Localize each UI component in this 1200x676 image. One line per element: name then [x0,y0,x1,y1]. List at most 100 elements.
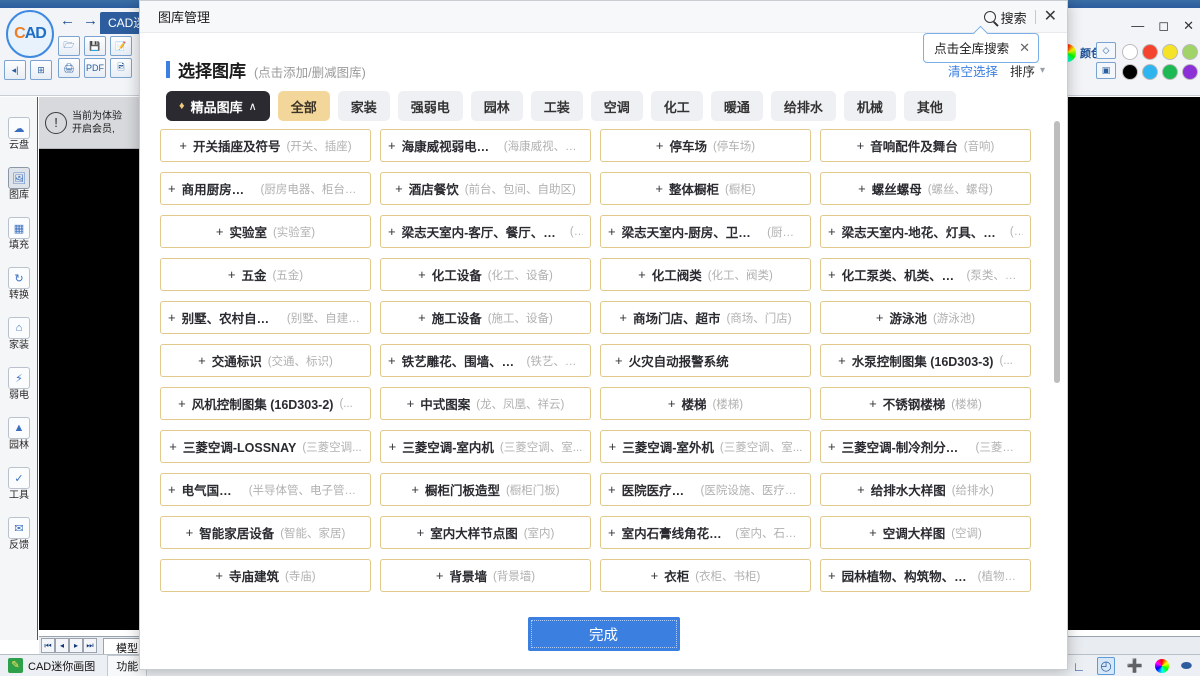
print-setup-icon[interactable]: ▣ [1096,62,1116,79]
export-image-icon[interactable]: 🖻 [110,58,132,78]
library-item[interactable]: + 别墅、农村自建房 (别墅、自建房) [160,301,371,334]
library-item[interactable]: + 空调大样图 (空调) [820,516,1031,549]
library-item[interactable]: + 化工阀类 (化工、阀类) [600,258,811,291]
library-item[interactable]: + 三菱空调-室内机 (三菱空调、室... [380,430,591,463]
category-tab[interactable]: 强弱电 [397,91,463,121]
category-tab[interactable]: 暖通 [710,91,763,121]
category-tab[interactable]: 其他 [903,91,956,121]
library-item[interactable]: + 梁志天室内-地花、灯具、装饰 (... [820,215,1031,248]
library-item[interactable]: + 橱柜门板造型 (橱柜门板) [380,473,591,506]
library-item[interactable]: + 螺丝螺母 (螺丝、螺母) [820,172,1031,205]
library-item[interactable]: + 智能家居设备 (智能、家居) [160,516,371,549]
sidebar-item-tools[interactable]: ✓ 工具 [0,459,38,509]
sort-dropdown[interactable]: 排序 ▾ [1010,61,1045,80]
library-item[interactable]: + 五金 (五金) [160,258,371,291]
undo-icon[interactable]: ← [60,12,75,29]
next-sheet-icon[interactable]: ▸ [69,638,83,653]
prev-sheet-icon[interactable]: ◂ [55,638,69,653]
sidebar-item-convert[interactable]: ↻ 转换 [0,259,38,309]
app-logo[interactable]: CAD [6,10,54,58]
category-tab[interactable]: 给排水 [770,91,836,121]
sidebar-item-library[interactable]: 🖼 图库 [0,159,38,209]
snap-icon[interactable]: ◴ [1097,657,1115,675]
color-swatch[interactable] [1142,64,1158,80]
library-item[interactable]: + 梁志天室内-客厅、餐厅、卧室 (... [380,215,591,248]
library-item[interactable]: + 商用厨房设备 (厨房电器、柜台、... [160,172,371,205]
library-item[interactable]: + 交通标识 (交通、标识) [160,344,371,377]
library-item[interactable]: + 实验室 (实验室) [160,215,371,248]
crosshair-icon[interactable]: ➕ [1127,658,1143,674]
close-icon[interactable]: ✕ [1019,40,1030,56]
category-tab[interactable]: 园林 [470,91,523,121]
color-swatch[interactable] [1122,64,1138,80]
category-tab[interactable]: 机械 [843,91,896,121]
library-item[interactable]: + 电气国标库 (半导体管、电子管、... [160,473,371,506]
sidebar-item-feedback[interactable]: ✉ 反馈 [0,509,38,559]
category-tab[interactable]: 空调 [590,91,643,121]
color-swatch[interactable] [1122,44,1138,60]
library-item[interactable]: + 游泳池 (游泳池) [820,301,1031,334]
library-item[interactable]: + 商场门店、超市 (商场、门店) [600,301,811,334]
scrollbar[interactable] [1053,121,1061,601]
category-tab[interactable]: 化工 [650,91,703,121]
lineweight-icon[interactable]: ⬬ [1181,658,1192,674]
close-icon[interactable]: ✕ [1044,9,1057,25]
library-item[interactable]: + 化工设备 (化工、设备) [380,258,591,291]
sidebar-item-hatch[interactable]: ▦ 填充 [0,209,38,259]
finish-button[interactable]: 完成 [527,617,680,651]
library-list-scroll-area[interactable]: + 开关插座及符号 (开关、插座) + 海康威视弱电图例 (海康威视、弱... + 停车场 (停… [160,129,1059,599]
library-item[interactable]: + 衣柜 (衣柜、书柜) [600,559,811,592]
library-item[interactable]: + 中式图案 (龙、凤凰、祥云) [380,387,591,420]
library-item[interactable]: + 楼梯 (楼梯) [600,387,811,420]
last-sheet-icon[interactable]: ⏭ [83,638,97,653]
add-drawing-icon[interactable]: ⊞ [30,60,52,80]
clear-selection-link[interactable]: 清空选择 [948,61,998,80]
ortho-icon[interactable]: ∟ [1073,659,1086,674]
search-button[interactable]: 搜索 [983,8,1027,27]
sidebar-item-home-decor[interactable]: ⌂ 家装 [0,309,38,359]
color-swatch[interactable] [1182,64,1198,80]
layers-icon[interactable]: ◇ [1096,42,1116,59]
sidebar-item-garden[interactable]: ▲ 园林 [0,409,38,459]
category-tab[interactable]: 全部 [277,91,330,121]
print-icon[interactable]: 🖨 [58,58,80,78]
library-item[interactable]: + 整体橱柜 (橱柜) [600,172,811,205]
library-item[interactable]: + 三菱空调-室外机 (三菱空调、室... [600,430,811,463]
save-as-icon[interactable]: 📝 [110,36,132,56]
library-item[interactable]: + 不锈钢楼梯 (楼梯) [820,387,1031,420]
maximize-icon[interactable]: ◻ [1158,18,1169,34]
library-item[interactable]: + 施工设备 (施工、设备) [380,301,591,334]
color-swatch[interactable] [1162,64,1178,80]
minimize-icon[interactable]: — [1131,18,1144,34]
library-item[interactable]: + 海康威视弱电图例 (海康威视、弱... [380,129,591,162]
library-item[interactable]: + 给排水大样图 (给排水) [820,473,1031,506]
library-item[interactable]: + 寺庙建筑 (寺庙) [160,559,371,592]
close-icon[interactable]: ✕ [1183,18,1194,34]
library-item[interactable]: + 梁志天室内-厨房、卫生间 (厨房... [600,215,811,248]
library-item[interactable]: + 医院医疗设施 (医院设施、医疗设... [600,473,811,506]
library-item[interactable]: + 酒店餐饮 (前台、包间、自助区) [380,172,591,205]
category-tab[interactable]: 工装 [530,91,583,121]
library-item[interactable]: + 室内大样节点图 (室内) [380,516,591,549]
library-item[interactable]: + 铁艺雕花、围墙、护栏 (铁艺、雕... [380,344,591,377]
tab-premium-library[interactable]: ♦ 精品图库 ∧ [166,91,270,121]
save-icon[interactable]: 💾 [84,36,106,56]
sidebar-item-electric[interactable]: ⚡ 弱电 [0,359,38,409]
library-item[interactable]: + 三菱空调-制冷剂分配器 (三菱空... [820,430,1031,463]
redo-icon[interactable]: → [83,12,98,29]
color-swatch[interactable] [1142,44,1158,60]
taskbar-app-entry[interactable]: ✎ CAD迷你画图 [0,658,103,674]
library-item[interactable]: + 水泵控制图集 (16D303-3) (... [820,344,1031,377]
library-item[interactable]: + 风机控制图集 (16D303-2) (... [160,387,371,420]
back-icon[interactable]: ◂| [4,60,26,80]
drawing-canvas-left[interactable] [39,149,140,630]
library-item[interactable]: + 开关插座及符号 (开关、插座) [160,129,371,162]
library-item[interactable]: + 背景墙 (背景墙) [380,559,591,592]
open-icon[interactable]: 🗁 [58,36,80,56]
library-item[interactable]: + 火灾自动报警系统 [600,344,811,377]
library-item[interactable]: + 化工泵类、机类、仪表 (泵类、机... [820,258,1031,291]
pdf-icon[interactable]: PDF [84,58,106,78]
first-sheet-icon[interactable]: ⏮ [41,638,55,653]
color-swatch[interactable] [1162,44,1178,60]
library-item[interactable]: + 音响配件及舞台 (音响) [820,129,1031,162]
